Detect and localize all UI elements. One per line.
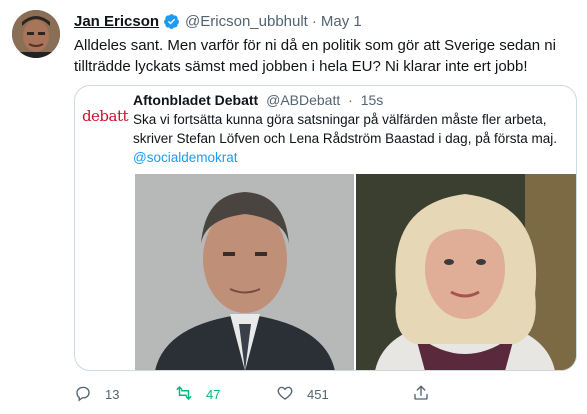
tweet-text: Alldeles sant. Men varför för ni då en p… — [74, 37, 556, 75]
like-count: 451 — [307, 386, 329, 402]
photo-left — [135, 174, 354, 370]
reply-count: 13 — [105, 386, 120, 402]
quoted-author-avatar[interactable]: debatt — [81, 96, 129, 136]
reply-button[interactable]: 13 — [74, 382, 119, 406]
retweet-count: 47 — [206, 386, 221, 402]
quoted-author-handle: @ABDebatt — [266, 92, 341, 108]
retweet-icon — [175, 384, 193, 405]
debatt-logo: debatt — [81, 107, 129, 125]
share-icon — [412, 384, 430, 405]
photo-right — [356, 174, 576, 370]
quoted-tweet[interactable]: debatt Aftonbladet Debatt @ABDebatt · 15… — [74, 85, 577, 371]
quoted-separator: · — [348, 92, 353, 108]
quoted-tweet-header: Aftonbladet Debatt @ABDebatt · 15s — [133, 92, 383, 108]
like-icon — [276, 384, 294, 405]
quoted-author-name: Aftonbladet Debatt — [133, 92, 259, 108]
tweet-timestamp[interactable]: May 1 — [321, 13, 362, 30]
quoted-media[interactable] — [135, 174, 576, 370]
like-button[interactable]: 451 — [276, 382, 329, 406]
share-button[interactable] — [412, 382, 430, 406]
tweet-header: Jan Ericson @Ericson_ubbhult · May 1 — [74, 11, 362, 31]
author-name[interactable]: Jan Ericson — [74, 13, 159, 30]
author-avatar[interactable] — [12, 10, 60, 58]
quoted-timestamp: 15s — [360, 92, 384, 108]
tweet[interactable]: Jan Ericson @Ericson_ubbhult · May 1 All… — [0, 0, 587, 414]
quoted-tweet-text: Ska vi fortsätta kunna göra satsningar p… — [133, 110, 563, 167]
author-handle[interactable]: @Ericson_ubbhult — [185, 13, 308, 30]
verified-badge-icon — [163, 13, 180, 30]
quoted-text-body: Ska vi fortsätta kunna göra satsningar p… — [133, 112, 557, 146]
header-separator: · — [311, 12, 317, 30]
retweet-button[interactable]: 47 — [175, 382, 220, 406]
tweet-actions: 13 47 451 — [74, 382, 554, 406]
mention-link[interactable]: @socialdemokrat — [133, 150, 238, 165]
reply-icon — [74, 384, 92, 405]
